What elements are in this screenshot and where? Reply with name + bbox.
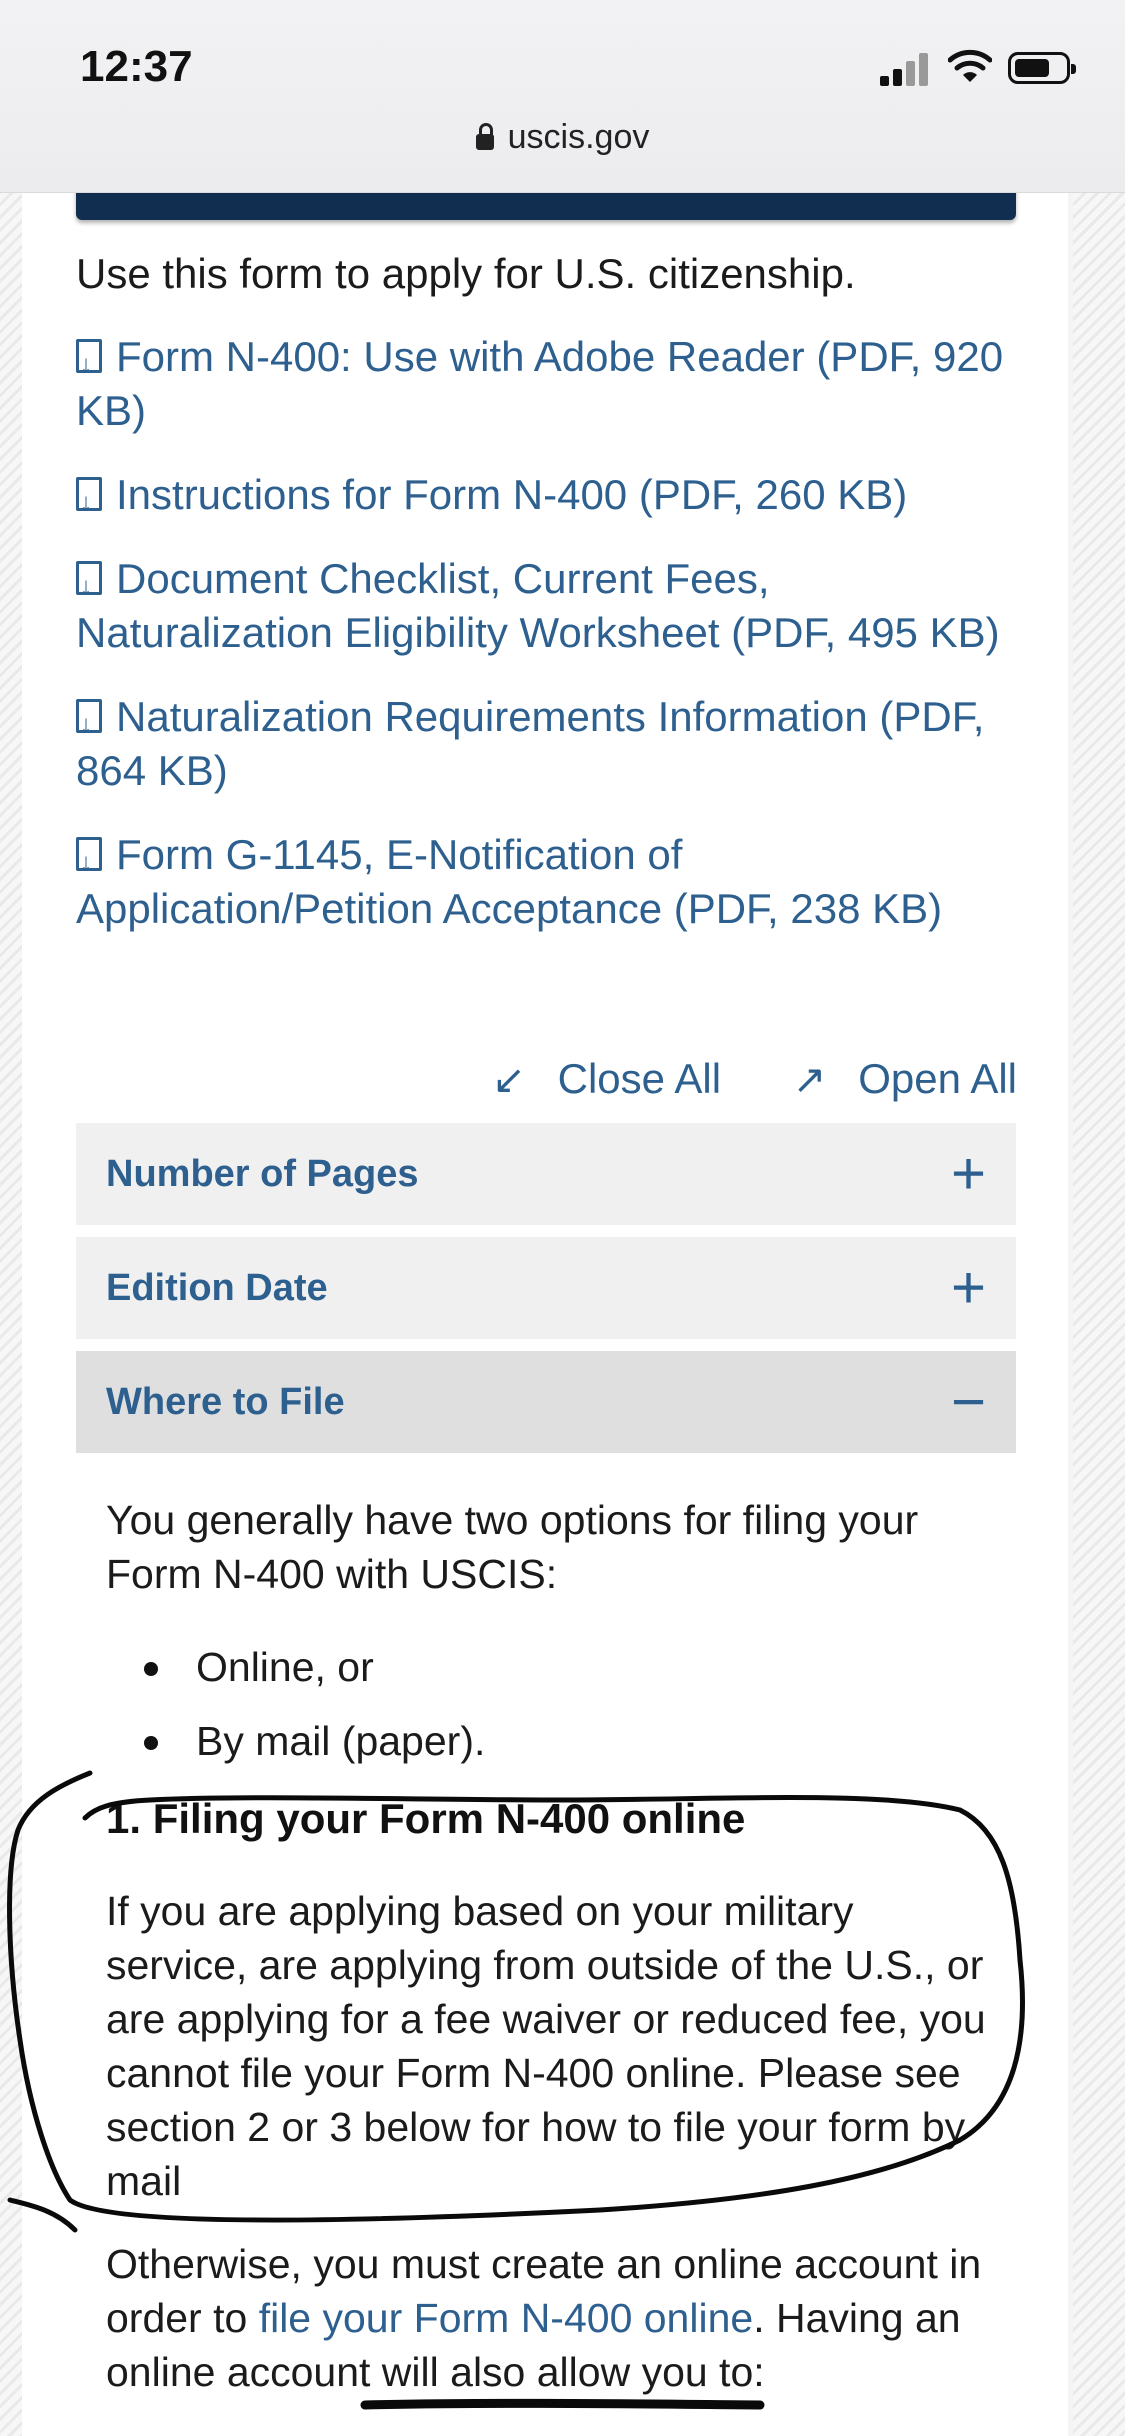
download-link-label: Form G-1145, E-Notification of Applicati… <box>76 831 943 932</box>
file-download-icon <box>76 476 102 530</box>
file-online-link[interactable]: file your Form N-400 online <box>259 2295 753 2341</box>
cellular-signal-icon <box>880 52 932 86</box>
download-link-label: Naturalization Requirements Information … <box>76 693 985 794</box>
file-download-icon <box>76 338 102 392</box>
download-link-label: Form N-400: Use with Adobe Reader (PDF, … <box>76 333 1004 434</box>
collapse-arrows-icon: ↙ <box>492 1058 526 1102</box>
plus-icon: + <box>950 1140 986 1207</box>
left-gutter <box>0 190 22 2436</box>
lock-icon <box>475 123 494 150</box>
expand-arrows-icon: ↗ <box>792 1058 827 1102</box>
download-link-checklist[interactable]: Document Checklist, Current Fees, Natura… <box>76 552 1036 660</box>
accordion-title: Edition Date <box>106 1267 328 1309</box>
accordion-where-to-file[interactable]: Where to File − <box>76 1351 1016 1453</box>
address-bar[interactable]: uscis.gov <box>0 118 1125 157</box>
close-all-label: Close All <box>557 1055 722 1102</box>
plus-icon: + <box>950 1254 986 1321</box>
minus-icon: − <box>950 1368 986 1435</box>
online-account-paragraph: Otherwise, you must create an online acc… <box>106 2237 1006 2399</box>
list-item: Online, or <box>106 1640 485 1714</box>
file-download-icon <box>76 560 102 614</box>
download-link-n400[interactable]: Form N-400: Use with Adobe Reader (PDF, … <box>76 330 1036 438</box>
close-all-button[interactable]: ↙ Close All <box>462 1055 721 1102</box>
list-item: By mail (paper). <box>106 1714 485 1788</box>
accordion-edition-date[interactable]: Edition Date + <box>76 1237 1016 1339</box>
download-links: Form N-400: Use with Adobe Reader (PDF, … <box>76 330 1036 966</box>
open-all-button[interactable]: ↗ Open All <box>763 1055 1017 1102</box>
accordion-title: Where to File <box>106 1381 345 1423</box>
url-text: uscis.gov <box>507 118 650 156</box>
status-time: 12:37 <box>80 42 193 91</box>
battery-icon <box>1008 52 1076 84</box>
status-bar: 12:37 uscis.gov <box>0 0 1125 193</box>
download-link-instructions[interactable]: Instructions for Form N-400 (PDF, 260 KB… <box>76 468 1036 530</box>
accordion-title: Number of Pages <box>106 1153 419 1195</box>
open-all-label: Open All <box>858 1055 1017 1102</box>
download-link-requirements[interactable]: Naturalization Requirements Information … <box>76 690 1036 798</box>
filing-options-intro: You generally have two options for filin… <box>106 1497 919 1597</box>
wifi-icon <box>948 49 992 82</box>
right-gutter <box>1073 190 1125 2436</box>
file-download-icon <box>76 836 102 890</box>
accordion-controls: ↙ Close All ↗ Open All <box>432 1055 1017 1103</box>
download-link-label: Document Checklist, Current Fees, Natura… <box>76 555 1000 656</box>
download-link-g1145[interactable]: Form G-1145, E-Notification of Applicati… <box>76 828 1036 936</box>
filing-options-list: Online, or By mail (paper). <box>106 1640 485 1788</box>
intro-text: Use this form to apply for U.S. citizens… <box>76 250 856 297</box>
download-link-label: Instructions for Form N-400 (PDF, 260 KB… <box>116 471 908 518</box>
section-online-text: If you are applying based on your milita… <box>106 1888 986 2204</box>
section-heading-online: 1. Filing your Form N-400 online <box>106 1795 746 1842</box>
file-download-icon <box>76 698 102 752</box>
accordion-number-of-pages[interactable]: Number of Pages + <box>76 1123 1016 1225</box>
